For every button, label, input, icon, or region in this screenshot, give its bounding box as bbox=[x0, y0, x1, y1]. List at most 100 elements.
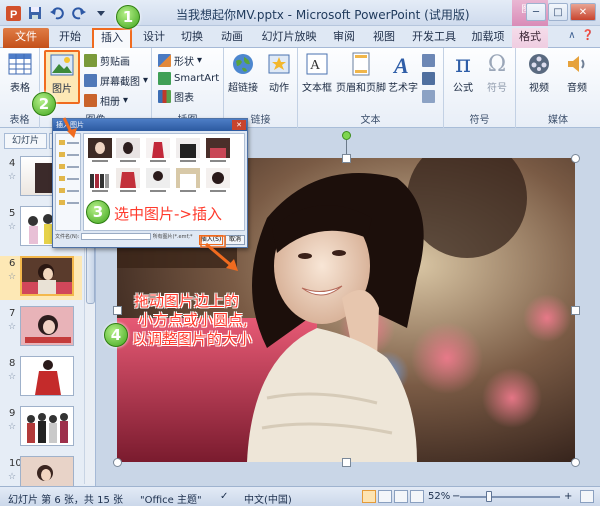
dialog-navigation-pane[interactable] bbox=[55, 133, 81, 231]
dialog-close-button[interactable]: ✕ bbox=[232, 120, 246, 130]
tab-insert[interactable]: 插入 bbox=[92, 28, 132, 48]
tab-home[interactable]: 开始 bbox=[52, 28, 88, 48]
normal-view-button[interactable] bbox=[362, 490, 376, 503]
resize-handle-bottom[interactable] bbox=[342, 458, 351, 467]
symbol-button[interactable]: Ω 符号 bbox=[480, 51, 514, 95]
object-button[interactable] bbox=[422, 88, 435, 104]
transition-star-icon: ☆ bbox=[8, 422, 17, 432]
hyperlink-button[interactable]: 超链接 bbox=[226, 51, 260, 94]
action-star-icon bbox=[268, 54, 290, 74]
resize-handle-right[interactable] bbox=[571, 306, 580, 315]
customize-qat-icon[interactable] bbox=[92, 4, 110, 22]
file-type-filter[interactable]: 所有图片(*.emf;*.wmf;*.jpg;*.jpeg...) bbox=[153, 233, 193, 240]
help-icon[interactable]: ❓ bbox=[582, 30, 594, 41]
album-icon bbox=[84, 93, 97, 107]
group-illustrations: 形状▾ SmartArt 图表 插图 bbox=[152, 48, 224, 128]
resize-handle-left[interactable] bbox=[113, 306, 122, 315]
globe-icon bbox=[233, 54, 253, 74]
transition-star-icon: ☆ bbox=[8, 322, 17, 332]
quick-access-toolbar: P bbox=[4, 4, 110, 22]
clipart-icon bbox=[84, 53, 97, 67]
speaker-icon bbox=[568, 56, 585, 72]
smartart-button[interactable]: SmartArt bbox=[158, 70, 219, 86]
fit-to-window-button[interactable] bbox=[580, 490, 594, 503]
step-4-note-line3: 以调整图片的大小 bbox=[132, 330, 253, 348]
zoom-slider[interactable] bbox=[460, 496, 560, 498]
equation-button[interactable]: π 公式 bbox=[446, 50, 480, 94]
screenshot-icon bbox=[84, 73, 97, 87]
table-button[interactable]: 表格 bbox=[3, 51, 37, 94]
save-icon[interactable] bbox=[26, 4, 44, 22]
tab-developer[interactable]: 开发工具 bbox=[406, 28, 462, 48]
resize-handle-bottom-right[interactable] bbox=[571, 458, 580, 467]
close-button[interactable]: ✕ bbox=[570, 3, 596, 21]
tab-design[interactable]: 设计 bbox=[136, 28, 172, 48]
powerpoint-window: P 当我想起你MV.pptx - Microsoft PowerPoint (试… bbox=[0, 0, 600, 506]
screenshot-button[interactable]: 屏幕截图 ▾ bbox=[84, 72, 148, 88]
resize-handle-top[interactable] bbox=[342, 154, 351, 163]
chart-icon bbox=[158, 89, 171, 103]
collapse-ribbon-icon[interactable]: ∧ bbox=[568, 30, 575, 41]
dialog-cancel-button[interactable]: 取消 bbox=[225, 235, 245, 245]
slide-thumbnail[interactable]: 8 ☆ bbox=[0, 356, 82, 400]
undo-icon[interactable] bbox=[48, 4, 66, 22]
tab-animations[interactable]: 动画 bbox=[214, 28, 250, 48]
slideshow-button[interactable] bbox=[410, 490, 424, 503]
shapes-icon bbox=[158, 53, 171, 67]
group-tables: 表格 表格 bbox=[0, 48, 40, 128]
transition-star-icon: ☆ bbox=[8, 172, 17, 182]
action-button[interactable]: 动作 bbox=[262, 51, 296, 94]
tab-view[interactable]: 视图 bbox=[366, 28, 402, 48]
slide-number-button[interactable] bbox=[422, 70, 435, 86]
tab-addins[interactable]: 加载项 bbox=[466, 28, 510, 48]
group-label-symbols: 符号 bbox=[469, 115, 490, 126]
group-images: 图片 剪贴画 屏幕截图▾ 相册▾ 图像 bbox=[40, 48, 152, 128]
reading-view-button[interactable] bbox=[394, 490, 408, 503]
redo-icon[interactable] bbox=[70, 4, 88, 22]
language-indicator[interactable]: 中文(中国) bbox=[244, 491, 292, 506]
dropdown-arrow-icon: ▾ bbox=[143, 74, 149, 86]
dialog-insert-button[interactable]: 插入(S) bbox=[199, 235, 223, 245]
powerpoint-app-icon[interactable]: P bbox=[4, 4, 22, 22]
resize-handle-bottom-left[interactable] bbox=[113, 458, 122, 467]
theme-name[interactable]: "Office 主题" bbox=[140, 491, 202, 506]
clipart-button[interactable]: 剪贴画 bbox=[84, 52, 130, 68]
step-4-badge: 4 bbox=[104, 323, 128, 347]
status-bar: 幻灯片 第 6 张，共 15 张 "Office 主题" ✓ 中文(中国) 52… bbox=[0, 486, 600, 506]
table-icon bbox=[8, 53, 32, 75]
minimize-button[interactable]: ─ bbox=[526, 3, 546, 21]
slide-thumbnail-selected[interactable]: 6 ☆ bbox=[0, 256, 82, 300]
zoom-level[interactable]: 52% bbox=[428, 491, 450, 502]
tab-slides[interactable]: 幻灯片 bbox=[4, 133, 47, 149]
tab-transitions[interactable]: 切换 bbox=[174, 28, 210, 48]
tab-file[interactable]: 文件 bbox=[3, 28, 49, 48]
step-3-note: 选中图片->插入 bbox=[112, 203, 224, 224]
zoom-in-button[interactable]: + bbox=[564, 491, 572, 502]
zoom-slider-thumb[interactable] bbox=[486, 491, 492, 502]
shapes-button[interactable]: 形状 ▾ bbox=[158, 52, 202, 68]
slide-thumbnail[interactable]: 9 ☆ bbox=[0, 406, 82, 450]
chart-button[interactable]: 图表 bbox=[158, 88, 194, 104]
slide-thumbnail[interactable]: 7 ☆ bbox=[0, 306, 82, 350]
spellcheck-icon[interactable]: ✓ bbox=[220, 491, 228, 502]
filename-input[interactable] bbox=[80, 233, 151, 240]
svg-text:A: A bbox=[310, 58, 321, 73]
slide-sorter-button[interactable] bbox=[378, 490, 392, 503]
photo-album-button[interactable]: 相册 ▾ bbox=[84, 92, 128, 108]
insert-picture-dialog: 插入图片 ✕ 文件名(N): 所有图片(*.emf;* 插入(S) 取消 bbox=[52, 118, 248, 248]
header-footer-button[interactable]: 页眉和页脚 bbox=[336, 51, 386, 94]
tab-format[interactable]: 格式 bbox=[512, 28, 548, 48]
omega-icon: Ω bbox=[487, 51, 507, 77]
tab-review[interactable]: 审阅 bbox=[326, 28, 362, 48]
wordart-button[interactable]: A 艺术字 bbox=[386, 51, 420, 94]
video-button[interactable]: 视频 bbox=[522, 51, 556, 94]
resize-handle-top-right[interactable] bbox=[571, 154, 580, 163]
tab-slideshow[interactable]: 幻灯片放映 bbox=[256, 28, 322, 48]
transition-star-icon: ☆ bbox=[8, 372, 17, 382]
rotation-handle[interactable] bbox=[342, 131, 351, 140]
date-time-button[interactable] bbox=[422, 52, 435, 68]
film-reel-icon bbox=[529, 54, 549, 74]
maximize-button[interactable]: □ bbox=[548, 3, 568, 21]
textbox-button[interactable]: A 文本框 bbox=[300, 51, 334, 94]
audio-button[interactable]: 音频 bbox=[560, 51, 594, 94]
